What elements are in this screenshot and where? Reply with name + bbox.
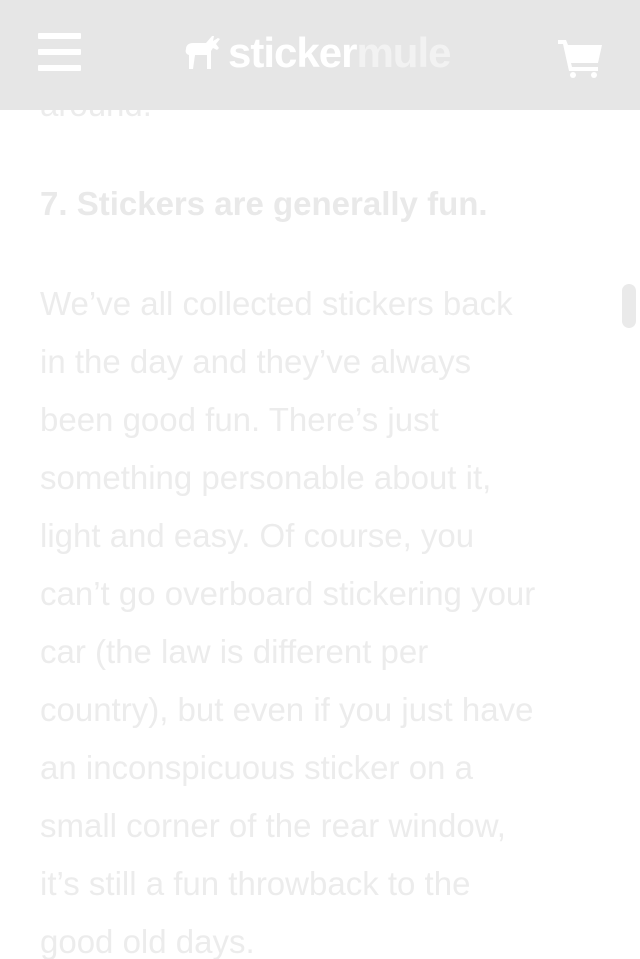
- paragraph-line: an inconspicuous sticker on a: [40, 749, 473, 786]
- top-navigation-bar: stickermule: [0, 0, 640, 110]
- paragraph-line: in the day and they’ve always: [40, 343, 472, 380]
- paragraph-line: can’t go overboard stickering your: [40, 575, 536, 612]
- logo-text-sticker: sticker: [228, 29, 357, 76]
- page: around. 7. Stickers are generally fun. W…: [0, 0, 640, 959]
- section-heading: 7. Stickers are generally fun.: [40, 185, 488, 222]
- paragraph-line: something personable about it,: [40, 459, 492, 496]
- paragraph-line: good old days.: [40, 923, 255, 959]
- mule-icon: [185, 36, 220, 69]
- article-paragraph: We’ve all collected stickers back in the…: [40, 275, 620, 959]
- paragraph-line: country), but even if you just have: [40, 691, 534, 728]
- paragraph-line: car (the law is different per: [40, 633, 429, 670]
- article-content: around. 7. Stickers are generally fun. W…: [0, 0, 640, 959]
- logo-text-mule: mule: [356, 29, 451, 76]
- paragraph-line: light and easy. Of course, you: [40, 517, 475, 554]
- paragraph-line: We’ve all collected stickers back: [40, 285, 513, 322]
- shopping-cart-icon[interactable]: [556, 36, 604, 78]
- paragraph-line: it’s still a fun throwback to the: [40, 865, 471, 902]
- scrollbar-thumb[interactable]: [622, 284, 636, 328]
- stickermule-logo[interactable]: stickermule: [180, 28, 451, 78]
- paragraph-line: been good fun. There’s just: [40, 401, 439, 438]
- logo-wordmark: stickermule: [228, 28, 451, 78]
- hamburger-menu-icon[interactable]: [38, 33, 81, 71]
- paragraph-line: small corner of the rear window,: [40, 807, 506, 844]
